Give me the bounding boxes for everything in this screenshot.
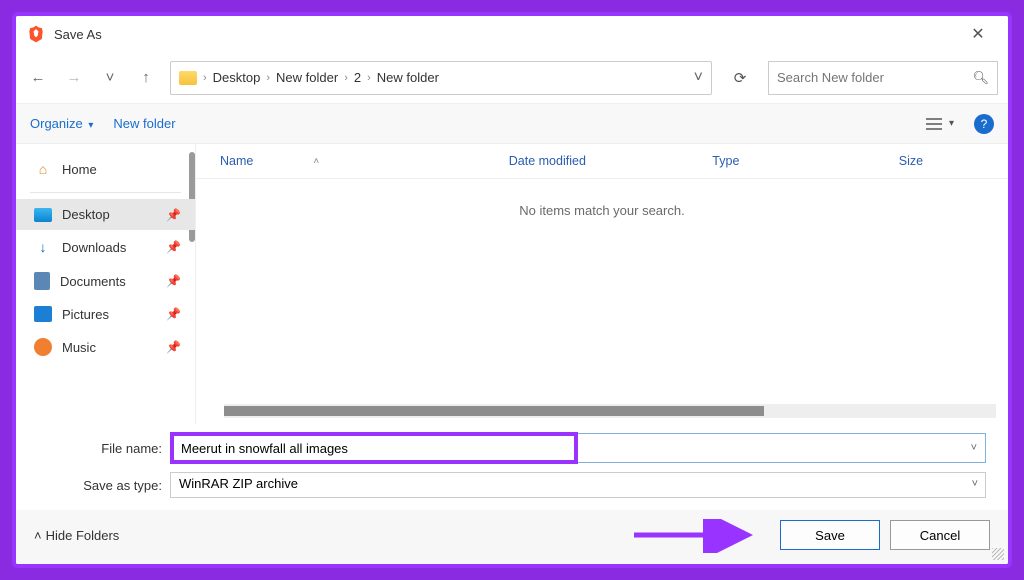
breadcrumb[interactable]: Desktop <box>213 70 261 85</box>
col-name[interactable]: Name˄ <box>212 150 501 172</box>
organize-menu[interactable]: Organize ▾ <box>30 116 93 131</box>
sidebar: ⌂ Home Desktop 📌 ↓ Downloads 📌 Documents 📌 Pi… <box>16 144 196 424</box>
sidebar-item-label: Music <box>62 340 96 355</box>
sidebar-item-documents[interactable]: Documents 📌 <box>16 264 195 298</box>
forward-button[interactable]: → <box>62 66 86 90</box>
chevron-right-icon: › <box>266 72 270 84</box>
pin-icon: 📌 <box>166 240 181 254</box>
sidebar-item-desktop[interactable]: Desktop 📌 <box>16 199 195 230</box>
breadcrumb[interactable]: 2 <box>354 70 361 85</box>
empty-message: No items match your search. <box>196 179 1008 404</box>
annotation-highlight <box>170 432 578 464</box>
music-icon <box>34 338 52 356</box>
back-button[interactable]: ← <box>26 66 50 90</box>
sidebar-item-home[interactable]: ⌂ Home <box>16 152 195 186</box>
desktop-icon <box>34 208 52 222</box>
save-button[interactable]: Save <box>780 520 880 550</box>
pin-icon: 📌 <box>166 208 181 222</box>
pin-icon: 📌 <box>166 307 181 321</box>
file-pane: Name˄ Date modified Type Size No items m… <box>196 144 1008 424</box>
resize-grip[interactable] <box>992 548 1004 560</box>
recent-button[interactable]: ˅ <box>98 66 122 90</box>
annotation-arrow <box>630 523 770 547</box>
hide-folders-toggle[interactable]: ˄ Hide Folders <box>34 528 119 543</box>
save-type-combo[interactable]: WinRAR ZIP archive <box>170 472 986 498</box>
list-view-icon <box>925 117 943 131</box>
chevron-up-icon: ˄ <box>34 528 42 543</box>
search-box[interactable]: 🔍︎ <box>768 61 998 95</box>
window-title: Save As <box>54 27 102 42</box>
col-size[interactable]: Size <box>891 150 992 172</box>
documents-icon <box>34 272 50 290</box>
filename-input[interactable] <box>175 437 573 459</box>
titlebar: Save As ✕ <box>16 16 1008 52</box>
col-date[interactable]: Date modified <box>501 150 705 172</box>
pin-icon: 📌 <box>166 340 181 354</box>
sidebar-item-label: Desktop <box>62 207 110 222</box>
sort-indicator-icon: ˄ <box>313 156 319 167</box>
sidebar-item-pictures[interactable]: Pictures 📌 <box>16 298 195 330</box>
sidebar-item-label: Downloads <box>62 240 126 255</box>
filename-label: File name: <box>38 441 170 456</box>
sidebar-item-downloads[interactable]: ↓ Downloads 📌 <box>16 230 195 264</box>
view-menu[interactable]: ▾ <box>925 117 954 131</box>
nav-row: ← → ˅ ↑ › Desktop › New folder › 2 › New… <box>16 52 1008 104</box>
form-section: File name: ˅ Save as type: WinRAR ZIP ar… <box>16 424 1008 510</box>
column-headers: Name˄ Date modified Type Size <box>196 144 1008 179</box>
chevron-down-icon[interactable]: ˅ <box>694 69 703 87</box>
sidebar-item-label: Pictures <box>62 307 109 322</box>
download-icon: ↓ <box>34 238 52 256</box>
pin-icon: 📌 <box>166 274 181 288</box>
refresh-button[interactable]: ⟳ <box>724 61 756 95</box>
type-label: Save as type: <box>38 478 170 493</box>
new-folder-button[interactable]: New folder <box>113 116 175 131</box>
horizontal-scrollbar[interactable] <box>224 404 996 418</box>
col-type[interactable]: Type <box>704 150 890 172</box>
address-bar[interactable]: › Desktop › New folder › 2 › New folder … <box>170 61 712 95</box>
sidebar-item-label: Home <box>62 162 97 177</box>
separator <box>30 192 181 193</box>
sidebar-item-music[interactable]: Music 📌 <box>16 330 195 364</box>
chevron-right-icon: › <box>203 72 207 84</box>
pictures-icon <box>34 306 52 322</box>
folder-icon <box>179 71 197 85</box>
breadcrumb[interactable]: New folder <box>377 70 439 85</box>
cancel-button[interactable]: Cancel <box>890 520 990 550</box>
save-as-dialog: Save As ✕ ← → ˅ ↑ › Desktop › New folder… <box>16 16 1008 564</box>
close-button[interactable]: ✕ <box>958 24 998 44</box>
sidebar-item-label: Documents <box>60 274 126 289</box>
home-icon: ⌂ <box>34 160 52 178</box>
scrollbar-thumb[interactable] <box>224 406 764 416</box>
up-button[interactable]: ↑ <box>134 66 158 90</box>
search-input[interactable] <box>777 70 972 85</box>
chevron-down-icon[interactable]: ˅ <box>971 442 977 454</box>
brave-icon <box>26 24 46 44</box>
help-button[interactable]: ? <box>974 114 994 134</box>
toolbar: Organize ▾ New folder ▾ ? <box>16 104 1008 144</box>
chevron-right-icon: › <box>367 72 371 84</box>
chevron-right-icon: › <box>344 72 348 84</box>
filename-combo-extent[interactable]: ˅ <box>574 433 986 463</box>
footer: ˄ Hide Folders Save Cancel <box>16 510 1008 564</box>
breadcrumb[interactable]: New folder <box>276 70 338 85</box>
chevron-down-icon: ▾ <box>88 120 93 131</box>
search-icon: 🔍︎ <box>972 70 989 86</box>
chevron-down-icon: ▾ <box>949 118 954 129</box>
